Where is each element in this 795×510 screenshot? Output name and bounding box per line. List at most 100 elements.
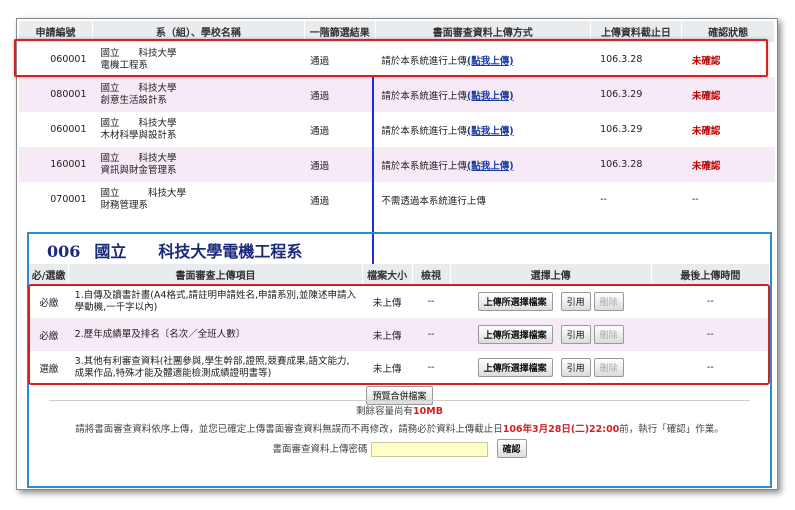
upload-method-text: 請於本系統進行上傳 [381, 55, 467, 67]
table-row: 060001 國立 科技大學 電機工程系 通過 請於本系統進行上傳(點我上傳) 106.3… [19, 42, 775, 77]
table-header-row: 必/選繳 書面審查上傳項目 檔案大小 檢視 選擇上傳 最後上傳時間 [29, 264, 771, 285]
screening-result: 通過 [304, 182, 376, 217]
confirm-status: 未確認 [681, 42, 775, 77]
required-flag: 選繳 [29, 351, 69, 384]
school-name: 國立 科技大學 [100, 187, 187, 199]
cite-button[interactable]: 引用 [560, 325, 591, 344]
deadline: 106.3.29 [590, 77, 682, 112]
panel-school-name: 國立 科技大學電機工程系 [94, 242, 303, 261]
school-name: 國立 科技大學 [100, 152, 177, 164]
delete-button[interactable]: 刪除 [593, 292, 624, 311]
notice-suffix: 前，執行「確認」作業。 [619, 424, 724, 435]
upload-link[interactable]: (點我上傳) [467, 91, 514, 102]
cite-button[interactable]: 引用 [560, 358, 591, 377]
screening-result: 通過 [304, 77, 376, 112]
required-flag: 必繳 [29, 318, 69, 351]
upload-method: 請於本系統進行上傳(點我上傳) [375, 77, 591, 112]
department-name: 木材科學與設計系 [100, 129, 177, 141]
upload-selected-file-button[interactable]: 上傳所選擇檔案 [477, 358, 553, 377]
required-flag: 必繳 [29, 285, 69, 318]
upload-method: 請於本系統進行上傳(點我上傳) [375, 147, 591, 182]
application-id: 060001 [19, 112, 93, 147]
confirm-status: 未確認 [681, 112, 775, 147]
confirm-status: 未確認 [681, 147, 775, 182]
upload-panel: 006 國立 科技大學電機工程系 必/選繳 書面審查上傳項目 檔案大小 檢視 選擇… [27, 232, 772, 488]
upload-actions: 上傳所選擇檔案 引用 刪除 [450, 285, 652, 318]
divider [49, 400, 750, 401]
panel-code: 006 [47, 242, 81, 261]
col-header-status: 確認狀態 [681, 21, 775, 42]
col-header-req: 必/選繳 [29, 264, 70, 285]
cite-button[interactable]: 引用 [560, 292, 591, 311]
delete-button[interactable]: 刪除 [593, 358, 624, 377]
deadline: 106.3.29 [590, 112, 682, 147]
upload-selected-file-button[interactable]: 上傳所選擇檔案 [477, 325, 553, 344]
screening-result: 通過 [304, 112, 376, 147]
upload-item-row: 必繳 1.自傳及讀書計畫(A4格式,請註明申請姓名,申請系別,並陳述申請入學動機,… [29, 285, 770, 318]
password-input[interactable] [370, 442, 488, 457]
application-id-text: 060001 [50, 124, 87, 135]
upload-method-text: 請於本系統進行上傳 [381, 90, 467, 102]
col-header-view: 檢視 [412, 264, 451, 285]
deadline: 106.3.28 [590, 42, 682, 77]
school-cell: 國立 科技大學 木材科學與設計系 [92, 112, 305, 147]
upload-link[interactable]: (點我上傳) [467, 126, 514, 137]
screening-result: 通過 [304, 42, 376, 77]
table-row: 160001 國立 科技大學 資訊與財金管理系 通過 請於本系統進行上傳(點我上傳) 10… [19, 147, 775, 182]
remaining-label: 剩餘容量尚有 [356, 406, 414, 417]
application-id: 070001 [19, 182, 93, 217]
school-cell: 國立 科技大學 財務管理系 [92, 182, 305, 217]
school-name: 國立 科技大學 [100, 82, 177, 94]
school-cell: 國立 科技大學 資訊與財金管理系 [92, 147, 305, 182]
upload-actions: 上傳所選擇檔案 引用 刪除 [450, 351, 652, 384]
application-id-text: 160001 [50, 159, 87, 170]
application-id-text: 080001 [50, 89, 87, 100]
upload-method-text: 請於本系統進行上傳 [381, 125, 467, 137]
upload-actions: 上傳所選擇檔案 引用 刪除 [450, 318, 652, 351]
school-name: 國立 科技大學 [100, 47, 177, 59]
application-id-text: 060001 [50, 54, 87, 65]
upload-method: 不需透過本系統進行上傳 [375, 182, 591, 217]
deadline-notice: 請將書面審查資料依序上傳，並您已確定上傳書面審查資料無誤而不再修改，請務必於資料… [29, 421, 770, 435]
confirm-status: -- [681, 182, 775, 217]
upload-method-text: 請於本系統進行上傳 [381, 160, 467, 172]
department-name: 財務管理系 [100, 199, 149, 211]
col-header-size: 檔案大小 [362, 264, 413, 285]
last-upload-time: -- [651, 285, 770, 318]
application-id: 160001 [19, 147, 93, 182]
notice-date: 106年3月28日(二)22:00 [502, 424, 620, 435]
delete-button[interactable]: 刪除 [593, 325, 624, 344]
notice-prefix: 請將書面審查資料依序上傳，並您已確定上傳書面審查資料無誤而不再修改，請務必於資料… [75, 424, 503, 435]
application-table: 申請編號 系（組）、學校名稱 一階篩選結果 書面審查資料上傳方式 上傳資料截止日… [19, 21, 775, 217]
col-header-school: 系（組）、學校名稱 [92, 21, 305, 42]
table-row: 070001 國立 科技大學 財務管理系 通過 不需透過本系統進行上傳 -- -- [19, 182, 775, 217]
application-frame: 申請編號 系（組）、學校名稱 一階篩選結果 書面審查資料上傳方式 上傳資料截止日… [14, 18, 778, 490]
password-row: 書面審查資料上傳密碼 確認 [29, 439, 770, 458]
confirm-status: 未確認 [681, 77, 775, 112]
file-size: 未上傳 [362, 318, 412, 351]
upload-selected-file-button[interactable]: 上傳所選擇檔案 [477, 292, 553, 311]
password-label: 書面審查資料上傳密碼 [272, 444, 368, 455]
item-description: 2.歷年成績單及排名〔名次／全班人數〕 [68, 318, 363, 351]
upload-link[interactable]: (點我上傳) [467, 56, 514, 67]
application-id-text: 070001 [50, 194, 87, 205]
panel-title: 006 國立 科技大學電機工程系 [47, 238, 302, 262]
remaining-capacity: 剩餘容量尚有10MB [29, 403, 770, 417]
col-header-item: 書面審查上傳項目 [68, 264, 363, 285]
col-header-upload: 選擇上傳 [450, 264, 652, 285]
confirm-button[interactable]: 確認 [496, 439, 527, 458]
col-header-last-upload: 最後上傳時間 [651, 264, 771, 285]
application-id: 080001 [19, 77, 93, 112]
deadline: -- [590, 182, 682, 217]
view-link: -- [412, 318, 451, 351]
item-description: 1.自傳及讀書計畫(A4格式,請註明申請姓名,申請系別,並陳述申請入學動機,一千… [68, 285, 363, 318]
col-header-method: 書面審查資料上傳方式 [375, 21, 591, 42]
upload-item-row: 選繳 3.其他有利審查資料(社團參與,學生幹部,證照,競賽成果,語文能力,成果作品… [29, 351, 770, 384]
upload-method-text: 不需透過本系統進行上傳 [381, 195, 486, 207]
remaining-value: 10MB [413, 406, 443, 417]
upload-items-table: 必/選繳 書面審查上傳項目 檔案大小 檢視 選擇上傳 最後上傳時間 必繳 1.自傳… [29, 264, 771, 384]
upload-link[interactable]: (點我上傳) [467, 161, 514, 172]
department-name: 創意生活設計系 [100, 94, 168, 106]
table-row: 060001 國立 科技大學 木材科學與設計系 通過 請於本系統進行上傳(點我上傳) 10… [19, 112, 775, 147]
table-row: 080001 國立 科技大學 創意生活設計系 通過 請於本系統進行上傳(點我上傳) 106… [19, 77, 775, 112]
